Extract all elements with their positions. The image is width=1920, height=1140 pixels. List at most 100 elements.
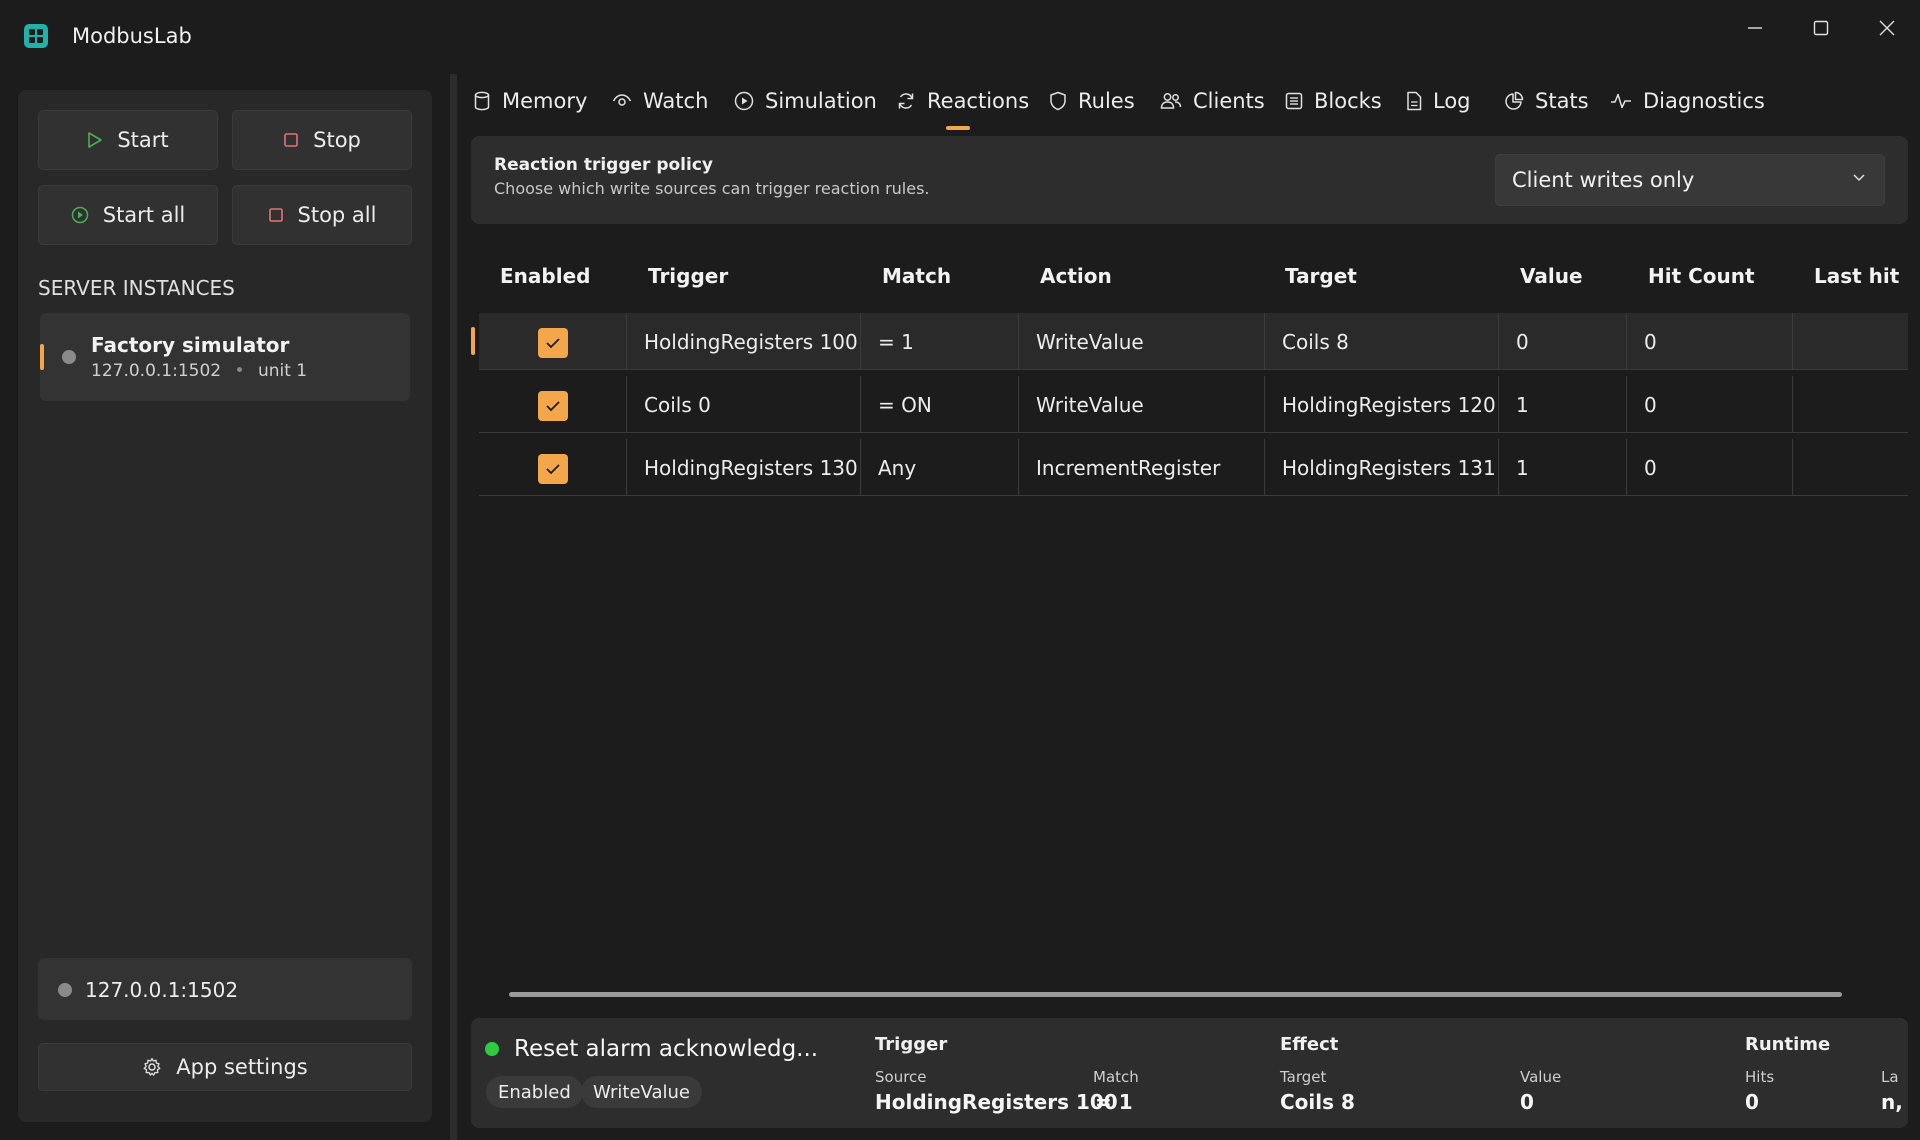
close-icon: [1879, 20, 1895, 36]
minimize-button[interactable]: [1724, 8, 1786, 48]
panel-splitter[interactable]: [450, 74, 457, 1140]
app-logo-icon: [24, 24, 48, 48]
enabled-chip: Enabled: [486, 1076, 583, 1108]
value-value: 0: [1520, 1090, 1534, 1114]
reaction-detail-panel: [471, 1018, 1908, 1128]
database-icon: [474, 91, 490, 111]
checkmark-icon: [546, 338, 560, 349]
target-cell: HoldingRegisters 120: [1264, 376, 1498, 433]
last-hit-label: La: [1881, 1068, 1899, 1086]
match-cell: = ON: [860, 376, 1018, 433]
match-cell: = 1: [860, 313, 1018, 370]
tab-watch[interactable]: Watch: [612, 86, 708, 116]
instance-meta: 127.0.0.1:1502 • unit 1: [91, 361, 307, 381]
trigger-cell: HoldingRegisters 100: [626, 313, 860, 370]
column-header-value[interactable]: Value: [1520, 264, 1583, 288]
tab-blocks[interactable]: Blocks: [1285, 86, 1382, 116]
tab-simulation[interactable]: Simulation: [734, 86, 877, 116]
tab-label: Stats: [1535, 89, 1589, 113]
hit-count-cell: 0: [1626, 376, 1792, 433]
effect-heading: Effect: [1280, 1034, 1339, 1055]
tab-label: Clients: [1193, 89, 1265, 113]
last-hit-cell: [1792, 313, 1908, 370]
row-selection-indicator: [471, 327, 475, 355]
stop-button[interactable]: Stop: [232, 110, 412, 170]
trigger-cell: HoldingRegisters 130: [626, 439, 860, 496]
target-value: Coils 8: [1280, 1090, 1355, 1114]
enabled-checkbox[interactable]: [538, 391, 568, 421]
server-instance-item[interactable]: [40, 313, 410, 401]
last-hit-value: n,: [1881, 1090, 1903, 1114]
tab-diagnostics[interactable]: Diagnostics: [1610, 86, 1765, 116]
trigger-cell: Coils 0: [626, 376, 860, 433]
value-label: Value: [1520, 1068, 1562, 1086]
connection-status-text: 127.0.0.1:1502: [85, 978, 239, 1002]
action-cell: WriteValue: [1018, 313, 1264, 370]
connection-status-dot: [58, 983, 72, 997]
eye-icon: [612, 94, 632, 106]
column-header-trigger[interactable]: Trigger: [648, 264, 728, 288]
start-all-button-label: Start all: [102, 203, 186, 227]
last-hit-cell: [1792, 376, 1908, 433]
start-all-button[interactable]: Start all: [38, 185, 218, 245]
play-icon: [88, 132, 103, 148]
active-status-dot: [485, 1042, 499, 1056]
refresh-icon: [898, 93, 914, 109]
start-button-label: Start: [117, 128, 169, 152]
shield-icon: [1050, 91, 1066, 111]
enabled-cell: [479, 376, 626, 433]
stop-icon: [268, 208, 283, 222]
match-value: = 1: [1095, 1090, 1133, 1114]
gear-icon: [143, 1057, 161, 1076]
enabled-checkbox[interactable]: [538, 328, 568, 358]
play-circle-icon: [71, 206, 88, 224]
column-header-enabled[interactable]: Enabled: [500, 264, 590, 288]
column-header-last-hit[interactable]: Last hit: [1814, 264, 1899, 288]
table-row[interactable]: Coils 0 = ON WriteValue HoldingRegisters…: [479, 376, 1908, 433]
app-settings-label: App settings: [176, 1055, 308, 1079]
column-header-target[interactable]: Target: [1285, 264, 1357, 288]
tab-log[interactable]: Log: [1406, 86, 1471, 116]
title-bar: [0, 0, 1920, 74]
hits-label: Hits: [1745, 1068, 1775, 1086]
match-label: Match: [1093, 1068, 1139, 1086]
column-header-match[interactable]: Match: [882, 264, 951, 288]
pulse-icon: [1611, 93, 1631, 109]
app-title: ModbusLab: [72, 24, 192, 48]
start-button[interactable]: Start: [38, 110, 218, 170]
table-row[interactable]: HoldingRegisters 100 = 1 WriteValue Coil…: [479, 313, 1908, 370]
source-label: Source: [875, 1068, 927, 1086]
maximize-button[interactable]: [1790, 8, 1852, 48]
server-instances-heading: SERVER INSTANCES: [38, 276, 235, 300]
trigger-heading: Trigger: [875, 1034, 948, 1055]
tab-label: Watch: [643, 89, 709, 113]
action-chip: WriteValue: [581, 1076, 702, 1108]
tab-stats[interactable]: Stats: [1504, 86, 1589, 116]
selection-indicator: [40, 344, 44, 370]
policy-description: Choose which write sources can trigger r…: [494, 179, 930, 198]
table-row[interactable]: HoldingRegisters 130 Any IncrementRegist…: [479, 439, 1908, 496]
column-header-action[interactable]: Action: [1040, 264, 1112, 288]
app-settings-button[interactable]: App settings: [38, 1043, 412, 1091]
tab-rules[interactable]: Rules: [1049, 86, 1135, 116]
play-circle-icon: [734, 91, 754, 111]
target-cell: HoldingRegisters 131: [1264, 439, 1498, 496]
target-cell: Coils 8: [1264, 313, 1498, 370]
tab-clients[interactable]: Clients: [1160, 86, 1265, 116]
checkmark-icon: [546, 401, 560, 412]
tab-label: Rules: [1078, 89, 1135, 113]
stop-icon: [284, 133, 298, 147]
stop-all-button[interactable]: Stop all: [232, 185, 412, 245]
tab-reactions[interactable]: Reactions: [896, 86, 1029, 116]
document-icon: [1407, 91, 1422, 111]
list-icon: [1285, 92, 1303, 110]
instance-unit: unit 1: [257, 361, 308, 381]
enabled-checkbox[interactable]: [538, 454, 568, 484]
close-button[interactable]: [1856, 8, 1918, 48]
column-header-hit-count[interactable]: Hit Count: [1648, 264, 1755, 288]
target-label: Target: [1280, 1068, 1327, 1086]
minimize-icon: [1748, 27, 1762, 29]
horizontal-scrollbar[interactable]: [509, 992, 1842, 997]
tab-memory[interactable]: Memory: [473, 86, 587, 116]
meta-separator: •: [234, 361, 245, 381]
